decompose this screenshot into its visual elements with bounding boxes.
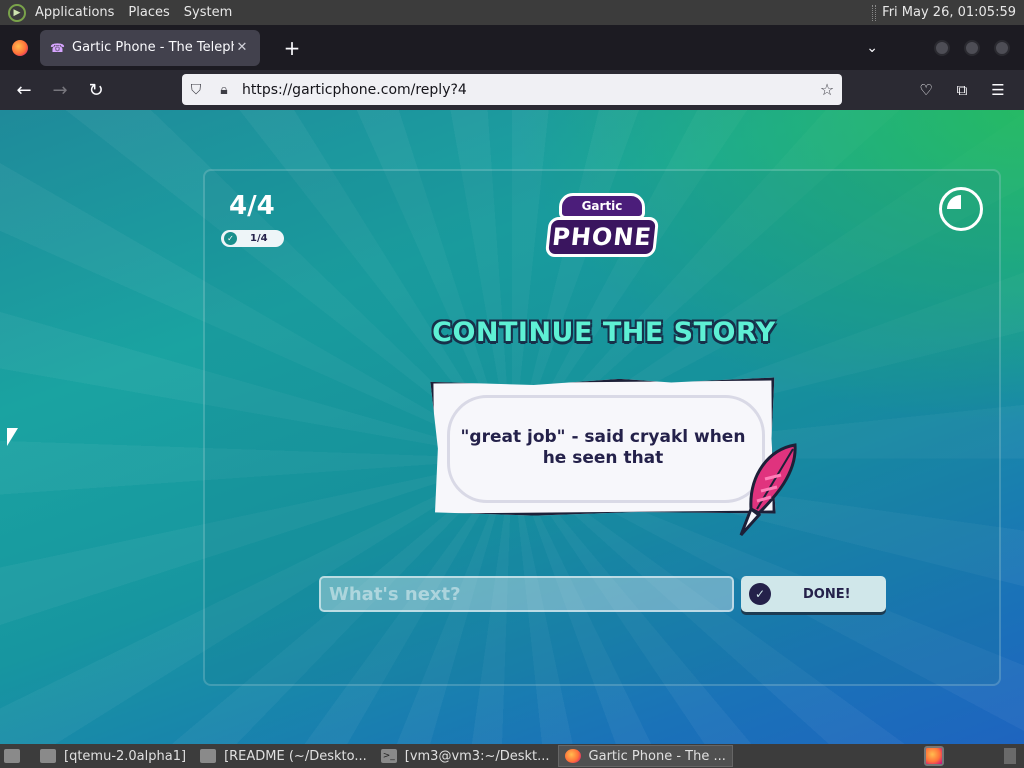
taskbar-item-label: [qtemu-2.0alpha1] — [64, 748, 187, 764]
reload-icon[interactable]: ↻ — [78, 74, 114, 106]
top-panel: ▶ Applications Places System Fri May 26,… — [0, 0, 1024, 25]
tab-title: Gartic Phone - The Telephone — [72, 40, 234, 55]
shield-icon[interactable]: ⛉ — [182, 82, 210, 98]
game-card: 4/4 ✓ 1/4 Gartic PHONE CONTINUE THE STOR… — [203, 169, 1001, 686]
mouse-cursor-icon — [7, 428, 18, 446]
done-button-label: DONE! — [803, 586, 851, 602]
taskbar: [qtemu-2.0alpha1] [README (~/Deskto... >… — [0, 744, 1024, 768]
minimize-window-button[interactable] — [934, 39, 950, 56]
url-text[interactable]: https://garticphone.com/reply?4 — [238, 82, 812, 98]
page-title: CONTINUE THE STORY — [432, 317, 776, 348]
tab-gartic-phone[interactable]: ☎ Gartic Phone - The Telephone ✕ — [40, 29, 260, 66]
close-window-button[interactable] — [994, 39, 1010, 56]
taskbar-item-qtemu[interactable]: [qtemu-2.0alpha1] — [34, 745, 192, 767]
logo-word: PHONE — [544, 217, 660, 257]
taskbar-item-terminal[interactable]: >_ [vm3@vm3:~/Deskt... — [375, 745, 556, 767]
lock-icon[interactable]: 🔒︎ — [210, 82, 238, 98]
distro-logo-icon[interactable]: ▶ — [8, 3, 26, 22]
players-done-count: 1/4 — [250, 233, 268, 244]
folder-icon — [40, 749, 56, 763]
done-button[interactable]: ✓ DONE! — [741, 576, 886, 612]
new-tab-icon[interactable]: + — [280, 36, 304, 60]
taskbar-item-firefox[interactable]: Gartic Phone - The ... — [557, 745, 733, 767]
forward-arrow-icon[interactable]: → — [42, 74, 78, 106]
phone-favicon-icon: ☎ — [50, 40, 65, 55]
timer-icon — [939, 187, 983, 231]
taskbar-item-readme[interactable]: [README (~/Deskto... — [194, 745, 373, 767]
firefox-icon — [564, 749, 581, 763]
players-done-badge: ✓ 1/4 — [221, 230, 284, 247]
story-answer-input[interactable] — [319, 576, 734, 612]
panel-grip — [872, 4, 877, 21]
terminal-icon: >_ — [380, 749, 397, 763]
firefox-icon[interactable] — [12, 39, 28, 56]
show-desktop-icon[interactable] — [0, 745, 32, 767]
page-content: 4/4 ✓ 1/4 Gartic PHONE CONTINUE THE STOR… — [0, 110, 1024, 744]
quill-pen-icon — [739, 443, 797, 537]
gartic-phone-logo: Gartic PHONE — [544, 193, 660, 261]
places-menu[interactable]: Places — [121, 0, 176, 25]
extensions-icon[interactable]: ⧉ — [944, 74, 980, 106]
clock[interactable]: Fri May 26, 01:05:59 — [882, 5, 1024, 20]
workspace-switcher[interactable] — [924, 746, 944, 766]
list-all-tabs-icon[interactable]: ⌄ — [866, 40, 878, 56]
maximize-window-button[interactable] — [964, 39, 980, 56]
bookmark-star-icon[interactable]: ☆ — [812, 80, 842, 99]
navigation-bar: ← → ↻ ⛉ 🔒︎ https://garticphone.com/reply… — [0, 70, 1024, 110]
trash-icon[interactable] — [1004, 748, 1016, 764]
round-counter: 4/4 — [229, 191, 275, 221]
applications-menu[interactable]: Applications — [28, 0, 121, 25]
back-arrow-icon[interactable]: ← — [6, 74, 42, 106]
story-prompt: "great job" - said cryakl when he seen t… — [460, 427, 746, 468]
tab-bar: ☎ Gartic Phone - The Telephone ✕ + ⌄ — [0, 25, 1024, 70]
logo-badge: Gartic — [559, 193, 645, 219]
taskbar-item-label: [README (~/Deskto... — [224, 748, 367, 764]
pocket-icon[interactable]: ♡ — [908, 74, 944, 106]
check-icon: ✓ — [224, 232, 237, 245]
taskbar-item-label: Gartic Phone - The ... — [588, 748, 726, 764]
url-bar[interactable]: ⛉ 🔒︎ https://garticphone.com/reply?4 ☆ — [182, 74, 842, 105]
system-menu[interactable]: System — [177, 0, 239, 25]
text-editor-icon — [200, 749, 217, 763]
tab-close-icon[interactable]: ✕ — [234, 40, 250, 55]
taskbar-item-label: [vm3@vm3:~/Deskt... — [404, 748, 550, 764]
hamburger-menu-icon[interactable]: ☰ — [980, 74, 1016, 106]
checkmark-icon: ✓ — [749, 583, 771, 605]
